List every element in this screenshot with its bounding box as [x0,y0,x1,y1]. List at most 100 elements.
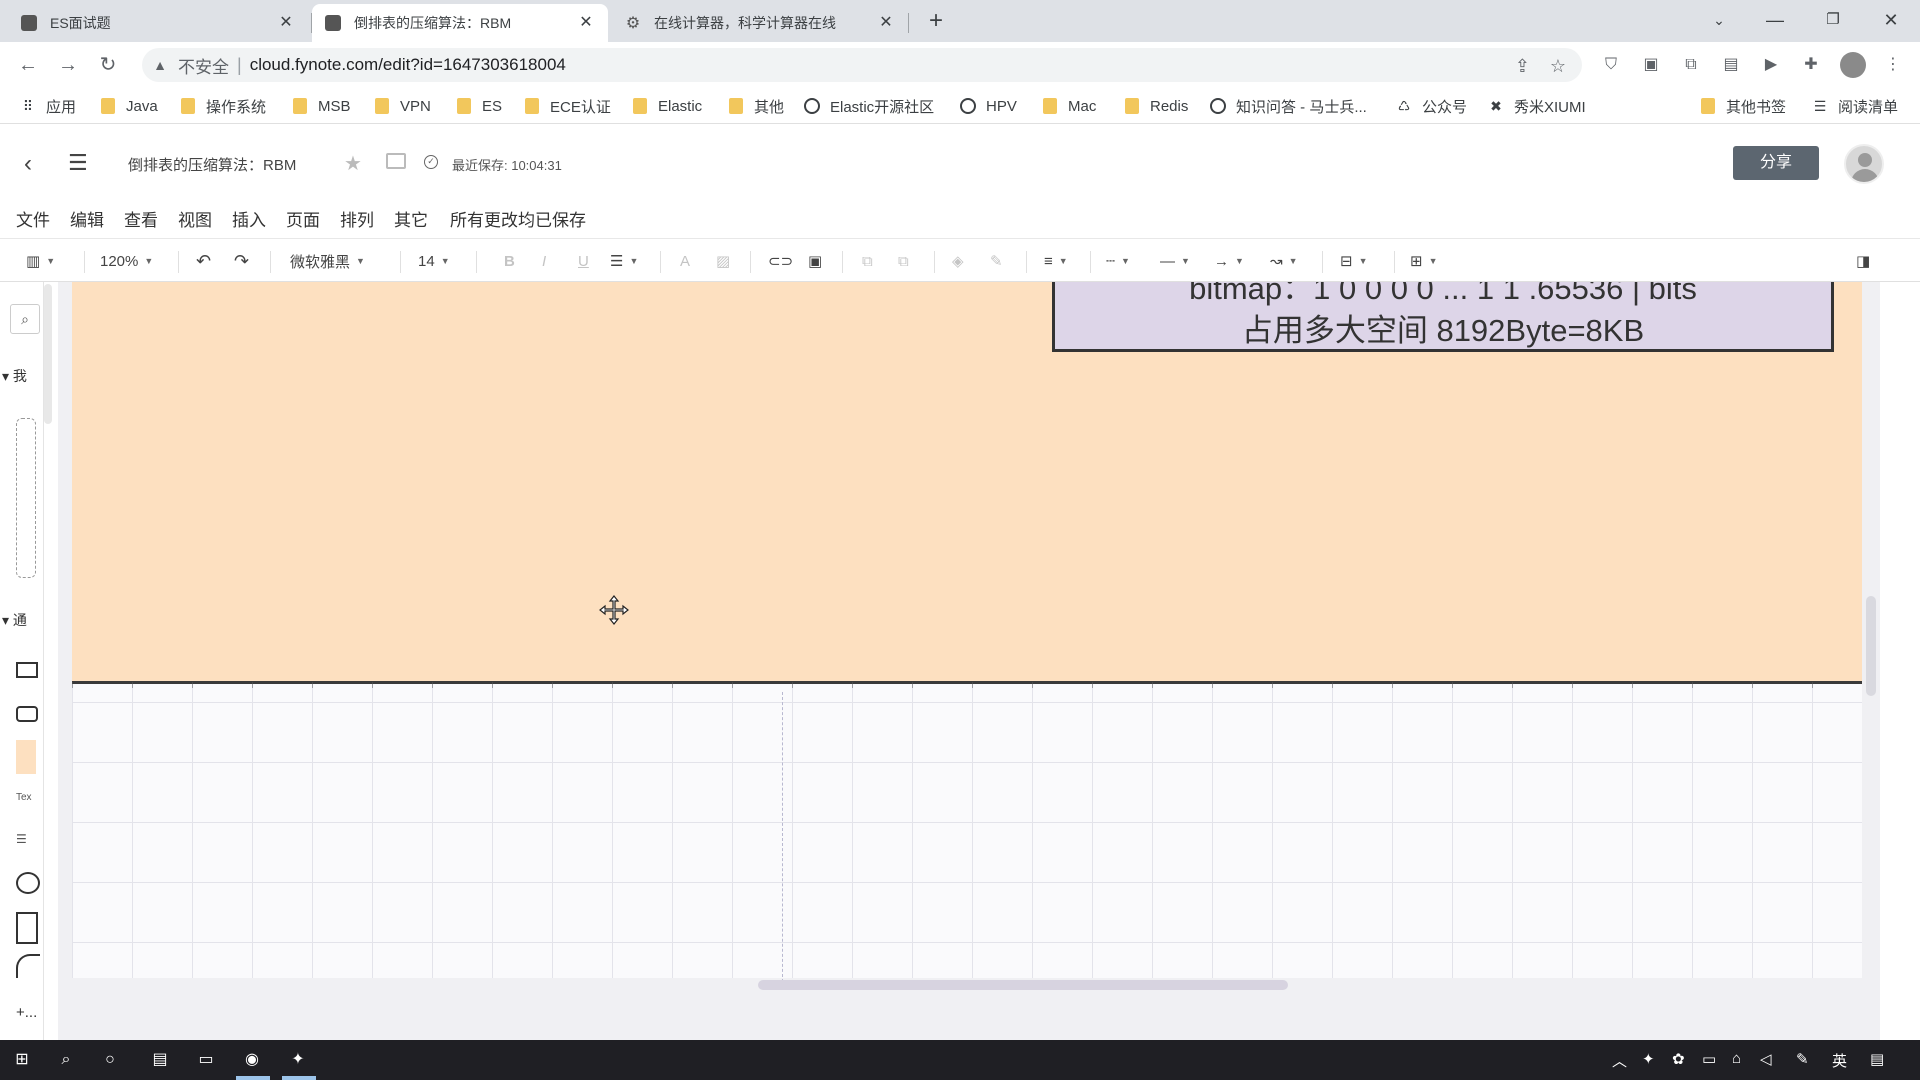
bookmark-elastic[interactable]: Elastic [632,94,702,118]
restore-icon[interactable]: ❐ [1810,0,1856,42]
bookmark-ece[interactable]: ECE认证 [524,94,611,118]
bookmark-wechat[interactable]: ♺ 公众号 [1396,94,1467,118]
shape-group-general[interactable]: ▾ 通 [2,610,27,630]
chrome-app-icon[interactable]: ◉ [240,1048,264,1072]
bookmark-apps[interactable]: ⠿ 应用 [20,94,76,118]
image-icon[interactable]: ▣ [808,249,822,273]
font-size-select[interactable]: 14 ▼ [418,249,450,273]
omnibox[interactable]: ▲ 不安全 | cloud.fynote.com/edit?id=1647303… [142,48,1582,82]
tab-calculator[interactable]: ⚙ 在线计算器，科学计算器在线 ✕ [612,4,908,42]
notification-icon[interactable]: ▤ [1870,1050,1884,1068]
close-window-icon[interactable]: ✕ [1868,0,1914,42]
bookmark-other-bookmarks[interactable]: 其他书签 [1700,94,1786,118]
user-avatar[interactable] [1844,144,1884,184]
input-method-label[interactable]: 英 [1832,1050,1847,1071]
square-shape[interactable] [16,912,38,944]
arrow-style-icon[interactable]: → ▼ [1214,249,1244,273]
windows-start-icon[interactable]: ⊞ [10,1048,34,1072]
vertical-scrollbar[interactable] [1866,596,1876,696]
bold-icon[interactable]: B [504,249,515,273]
volume-icon[interactable]: ◁ [1760,1050,1772,1068]
bookmark-msb[interactable]: MSB [292,94,351,118]
font-family-select[interactable]: 微软雅黑 ▼ [290,249,365,273]
text-shape[interactable]: Tex [16,792,32,803]
line-width-icon[interactable]: ≡ ▼ [1044,249,1068,273]
text-background-icon[interactable]: ▨ [716,249,730,273]
undo-icon[interactable]: ↶ [196,249,211,273]
page-layout-icon[interactable]: ▥ ▼ [26,249,55,273]
back-arrow-icon[interactable]: ← [14,51,42,79]
bookmark-xiumi[interactable]: ✖ 秀米XIUMI [1488,94,1586,118]
horizontal-scrollbar[interactable] [758,980,1288,990]
hamburger-menu-icon[interactable]: ☰ [68,150,88,176]
menu-insert[interactable]: 插入 [232,206,266,231]
redo-icon[interactable]: ↷ [234,249,249,273]
link-icon[interactable]: ⊂⊃ [768,249,793,273]
menu-other[interactable]: 其它 [394,206,428,231]
bookmark-reading-list[interactable]: ☰ 阅读清单 [1812,94,1898,118]
line-style-icon[interactable]: ┄ ▼ [1106,249,1130,273]
bookmark-other[interactable]: 其他 [728,94,784,118]
bookmark-java[interactable]: Java [100,94,158,118]
shape-drop-zone[interactable] [16,418,36,578]
file-explorer-icon[interactable]: ▭ [194,1048,218,1072]
connector-icon[interactable]: ↝ ▼ [1270,249,1298,273]
table-icon[interactable]: ⊞ ▼ [1410,249,1438,273]
document-title[interactable]: 倒排表的压缩算法：RBM [128,154,296,175]
text-color-icon[interactable]: A [680,249,690,273]
reload-icon[interactable]: ↻ [94,51,122,79]
arc-shape[interactable] [16,954,40,978]
more-shapes-button[interactable]: +... [16,1004,37,1021]
line-dash-icon[interactable]: — ▼ [1160,249,1190,273]
move-folder-icon[interactable] [386,153,406,169]
network-icon[interactable]: ⌂ [1732,1050,1741,1067]
menu-edit[interactable]: 编辑 [70,206,104,231]
italic-icon[interactable]: I [542,249,546,273]
search-icon[interactable]: ⌕ [10,304,40,334]
bookmark-os[interactable]: 操作系统 [180,94,266,118]
send-back-icon[interactable]: ⧉ [898,249,909,273]
extension-icon[interactable]: ⛉ [1598,52,1624,78]
tray-app-icon[interactable]: ✿ [1672,1050,1685,1068]
puzzle-icon[interactable]: ✚ [1798,52,1824,78]
align-icon[interactable]: ☰ ▼ [610,249,638,273]
bookmark-qa[interactable]: 知识问答 - 马士兵... [1210,94,1367,118]
menu-view[interactable]: 查看 [124,206,158,231]
menu-page[interactable]: 页面 [286,206,320,231]
bookmark-redis[interactable]: Redis [1124,94,1188,118]
tray-expand-icon[interactable]: ︿ [1612,1050,1627,1071]
security-label[interactable]: 不安全 [178,53,229,78]
favorite-star-icon[interactable]: ★ [344,151,362,176]
fill-color-icon[interactable]: ◈ [952,249,964,273]
warning-icon[interactable]: ▲ [150,57,170,73]
pen-icon[interactable]: ✎ [1796,1050,1809,1068]
close-icon[interactable]: ✕ [576,13,596,33]
side-panel-toggle-icon[interactable]: ◨ [1856,249,1870,273]
battery-icon[interactable]: ▭ [1702,1050,1716,1068]
pinned-app-icon[interactable]: ✦ [286,1048,310,1072]
bitmap-text-box[interactable]: bitmap：1 0 0 0 0 ... 1 1 .65536 | bits 占… [1052,282,1834,352]
rectangle-shape[interactable] [16,662,38,678]
bookmark-es[interactable]: ES [456,94,502,118]
tab-es-interview[interactable]: ES面试题 ✕ [8,4,308,42]
filled-rectangle-shape[interactable] [16,740,36,774]
menu-arrange[interactable]: 排列 [340,206,374,231]
extension-jh-icon[interactable]: ▣ [1638,52,1664,78]
url-text[interactable]: cloud.fynote.com/edit?id=1647303618004 [250,55,566,75]
calculator-app-icon[interactable]: ▤ [148,1048,172,1072]
diagram-canvas[interactable]: bitmap：1 0 0 0 0 ... 1 1 .65536 | bits 占… [58,282,1880,1040]
line-color-icon[interactable]: ✎ [990,249,1003,273]
share-button[interactable]: 分享 [1733,146,1819,180]
bookmark-hpv[interactable]: HPV [960,94,1017,118]
underline-icon[interactable]: U [578,249,589,273]
menu-display[interactable]: 视图 [178,206,212,231]
tab-search-icon[interactable]: ⌄ [1696,0,1742,42]
tray-app-icon[interactable]: ✦ [1642,1050,1655,1068]
shape-group-mine[interactable]: ▾ 我 [2,366,27,386]
close-icon[interactable]: ✕ [876,13,896,33]
back-chevron-icon[interactable]: ‹ [24,150,32,178]
panel-scrollbar[interactable] [44,284,52,424]
bring-front-icon[interactable]: ⧉ [862,249,873,273]
forward-arrow-icon[interactable]: → [54,51,82,79]
textbox-shape[interactable]: ☰ [16,832,27,846]
